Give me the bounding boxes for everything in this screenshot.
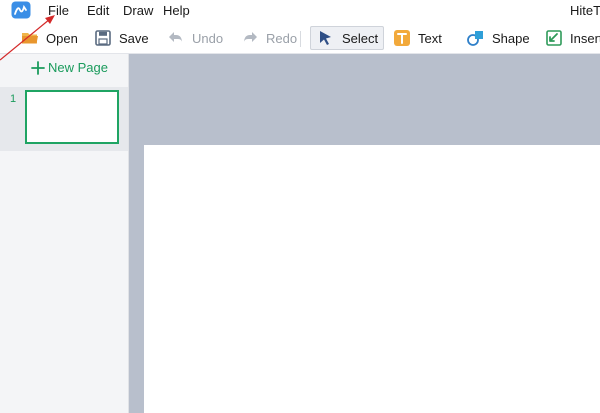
canvas-area[interactable]: [129, 54, 600, 413]
redo-button[interactable]: Redo: [241, 26, 297, 50]
insert-image-icon: [546, 30, 562, 46]
menu-help[interactable]: Help: [163, 3, 190, 18]
menu-edit[interactable]: Edit: [87, 3, 109, 18]
new-page-button[interactable]: New Page: [31, 60, 108, 75]
page-sidebar: New Page 1: [0, 54, 129, 413]
text-button[interactable]: Text: [393, 26, 442, 50]
shape-label: Shape: [492, 30, 530, 46]
open-label: Open: [46, 30, 78, 46]
text-label: Text: [418, 30, 442, 46]
insert-button[interactable]: Insert: [545, 26, 600, 50]
new-page-label: New Page: [48, 60, 108, 75]
shape-tool-icon: [467, 31, 483, 46]
undo-arrow-icon: [169, 32, 182, 43]
text-tool-icon: [394, 30, 410, 46]
cursor-arrow-icon: [320, 31, 331, 45]
select-button[interactable]: Select: [310, 26, 385, 50]
app-logo-icon[interactable]: [11, 1, 31, 19]
undo-label: Undo: [192, 30, 224, 46]
redo-label: Redo: [266, 30, 298, 46]
menu-bar: File Edit Draw Help HiteT: [0, 0, 600, 22]
open-button[interactable]: Open: [21, 26, 78, 50]
folder-icon: [22, 33, 38, 44]
canvas-page[interactable]: [144, 145, 600, 413]
page-thumbnail[interactable]: [25, 90, 119, 144]
save-button[interactable]: Save: [94, 26, 149, 50]
save-label: Save: [119, 30, 149, 46]
page-number: 1: [10, 93, 17, 105]
insert-label: Insert: [570, 30, 600, 46]
plus-icon: [31, 60, 45, 75]
undo-button[interactable]: Undo: [167, 26, 223, 50]
shape-button[interactable]: Shape: [467, 26, 530, 50]
app-title: HiteT: [570, 3, 600, 18]
redo-arrow-icon: [244, 32, 257, 43]
menu-draw[interactable]: Draw: [123, 3, 153, 18]
page-list-item[interactable]: 1: [0, 87, 128, 151]
floppy-disk-icon: [95, 30, 111, 46]
toolbar-divider: [300, 31, 301, 47]
select-label: Select: [342, 30, 379, 46]
menu-file[interactable]: File: [48, 3, 69, 18]
